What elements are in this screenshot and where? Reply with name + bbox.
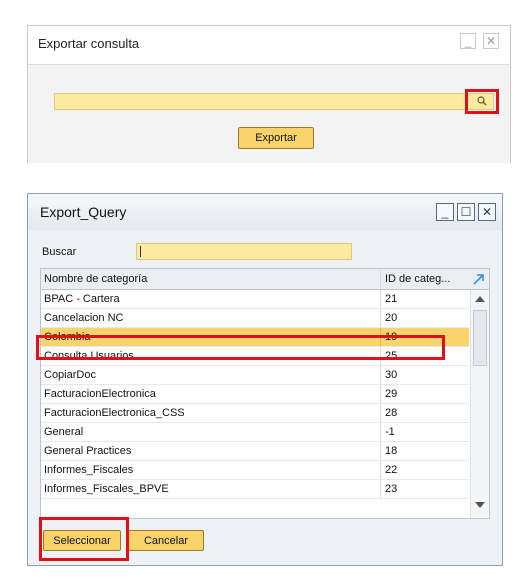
maximize-icon[interactable]: ☐ — [457, 203, 475, 221]
vertical-scrollbar[interactable] — [470, 290, 489, 517]
text-cursor — [140, 246, 141, 257]
export-dialog-title: Exportar consulta — [38, 36, 140, 51]
select-button-highlight — [39, 517, 129, 561]
query-window-titlebar: Export_Query _ ☐ ✕ — [28, 194, 502, 230]
table-row[interactable]: Informes_Fiscales_BPVE 23 — [41, 480, 469, 499]
minimize-icon[interactable]: _ — [460, 33, 476, 49]
table-row[interactable]: General -1 — [41, 423, 469, 442]
selected-row-highlight — [36, 335, 445, 360]
expand-arrow-icon[interactable] — [471, 271, 487, 287]
scrollbar-thumb[interactable] — [473, 310, 487, 366]
table-row[interactable]: Informes_Fiscales 22 — [41, 461, 469, 480]
export-dialog: Exportar consulta _ ✕ Exportar — [27, 25, 511, 163]
buscar-input[interactable] — [136, 243, 352, 260]
table-row[interactable]: General Practices 18 — [41, 442, 469, 461]
query-window: Export_Query _ ☐ ✕ Buscar Nombre de cate… — [27, 193, 503, 566]
table-row[interactable]: CopiarDoc 30 — [41, 366, 469, 385]
scroll-up-icon[interactable] — [475, 296, 485, 302]
minimize-icon[interactable]: _ — [436, 203, 454, 221]
category-grid: Nombre de categoría ID de categ... BPAC … — [40, 268, 490, 519]
search-icon-highlight — [465, 89, 499, 114]
table-row[interactable]: FacturacionElectronica 29 — [41, 385, 469, 404]
close-icon[interactable]: ✕ — [478, 203, 496, 221]
query-window-title: Export_Query — [40, 204, 127, 220]
table-row[interactable]: Cancelacion NC 20 — [41, 309, 469, 328]
table-row[interactable]: FacturacionElectronica_CSS 28 — [41, 404, 469, 423]
column-header-id[interactable]: ID de categ... — [385, 269, 465, 289]
grid-header: Nombre de categoría ID de categ... — [41, 269, 489, 290]
export-search-field[interactable] — [54, 93, 494, 110]
export-button[interactable]: Exportar — [238, 127, 314, 149]
table-row[interactable]: BPAC - Cartera 21 — [41, 290, 469, 309]
buscar-label: Buscar — [42, 246, 77, 258]
cancel-button[interactable]: Cancelar — [128, 530, 204, 551]
close-icon[interactable]: ✕ — [483, 33, 499, 49]
column-header-name[interactable]: Nombre de categoría — [44, 269, 376, 289]
scroll-down-icon[interactable] — [475, 502, 485, 508]
export-dialog-body: Exportar — [28, 64, 510, 163]
